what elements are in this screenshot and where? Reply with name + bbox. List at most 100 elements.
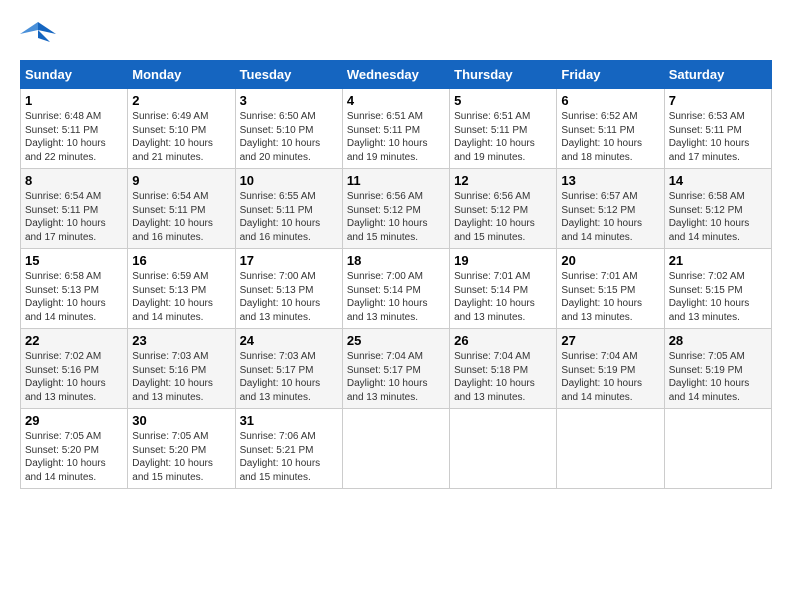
calendar-week-row: 15 Sunrise: 6:58 AM Sunset: 5:13 PM Dayl… bbox=[21, 249, 772, 329]
day-info: Sunrise: 7:00 AM Sunset: 5:14 PM Dayligh… bbox=[347, 270, 445, 324]
calendar-week-row: 22 Sunrise: 7:02 AM Sunset: 5:16 PM Dayl… bbox=[21, 329, 772, 409]
day-cell-30: 30 Sunrise: 7:05 AM Sunset: 5:20 PM Dayl… bbox=[128, 409, 235, 489]
day-number: 19 bbox=[454, 253, 552, 268]
empty-cell bbox=[557, 409, 664, 489]
day-cell-10: 10 Sunrise: 6:55 AM Sunset: 5:11 PM Dayl… bbox=[235, 169, 342, 249]
day-info: Sunrise: 6:51 AM Sunset: 5:11 PM Dayligh… bbox=[454, 110, 552, 164]
day-cell-6: 6 Sunrise: 6:52 AM Sunset: 5:11 PM Dayli… bbox=[557, 89, 664, 169]
day-info: Sunrise: 6:56 AM Sunset: 5:12 PM Dayligh… bbox=[347, 190, 445, 244]
day-cell-2: 2 Sunrise: 6:49 AM Sunset: 5:10 PM Dayli… bbox=[128, 89, 235, 169]
day-cell-13: 13 Sunrise: 6:57 AM Sunset: 5:12 PM Dayl… bbox=[557, 169, 664, 249]
day-info: Sunrise: 7:03 AM Sunset: 5:16 PM Dayligh… bbox=[132, 350, 230, 404]
calendar-table: Sunday Monday Tuesday Wednesday Thursday… bbox=[20, 60, 772, 489]
day-info: Sunrise: 7:05 AM Sunset: 5:20 PM Dayligh… bbox=[25, 430, 123, 484]
day-number: 3 bbox=[240, 93, 338, 108]
day-number: 24 bbox=[240, 333, 338, 348]
day-cell-11: 11 Sunrise: 6:56 AM Sunset: 5:12 PM Dayl… bbox=[342, 169, 449, 249]
day-cell-16: 16 Sunrise: 6:59 AM Sunset: 5:13 PM Dayl… bbox=[128, 249, 235, 329]
day-info: Sunrise: 6:50 AM Sunset: 5:10 PM Dayligh… bbox=[240, 110, 338, 164]
day-cell-24: 24 Sunrise: 7:03 AM Sunset: 5:17 PM Dayl… bbox=[235, 329, 342, 409]
day-cell-26: 26 Sunrise: 7:04 AM Sunset: 5:18 PM Dayl… bbox=[450, 329, 557, 409]
day-cell-5: 5 Sunrise: 6:51 AM Sunset: 5:11 PM Dayli… bbox=[450, 89, 557, 169]
day-number: 1 bbox=[25, 93, 123, 108]
empty-cell bbox=[664, 409, 771, 489]
day-info: Sunrise: 6:49 AM Sunset: 5:10 PM Dayligh… bbox=[132, 110, 230, 164]
day-info: Sunrise: 7:06 AM Sunset: 5:21 PM Dayligh… bbox=[240, 430, 338, 484]
calendar-week-row: 29 Sunrise: 7:05 AM Sunset: 5:20 PM Dayl… bbox=[21, 409, 772, 489]
day-cell-22: 22 Sunrise: 7:02 AM Sunset: 5:16 PM Dayl… bbox=[21, 329, 128, 409]
day-info: Sunrise: 7:02 AM Sunset: 5:15 PM Dayligh… bbox=[669, 270, 767, 324]
day-number: 31 bbox=[240, 413, 338, 428]
day-cell-25: 25 Sunrise: 7:04 AM Sunset: 5:17 PM Dayl… bbox=[342, 329, 449, 409]
day-info: Sunrise: 6:54 AM Sunset: 5:11 PM Dayligh… bbox=[132, 190, 230, 244]
day-number: 4 bbox=[347, 93, 445, 108]
day-cell-19: 19 Sunrise: 7:01 AM Sunset: 5:14 PM Dayl… bbox=[450, 249, 557, 329]
calendar-week-row: 8 Sunrise: 6:54 AM Sunset: 5:11 PM Dayli… bbox=[21, 169, 772, 249]
day-info: Sunrise: 7:03 AM Sunset: 5:17 PM Dayligh… bbox=[240, 350, 338, 404]
weekday-header-row: Sunday Monday Tuesday Wednesday Thursday… bbox=[21, 61, 772, 89]
header-monday: Monday bbox=[128, 61, 235, 89]
day-info: Sunrise: 7:05 AM Sunset: 5:19 PM Dayligh… bbox=[669, 350, 767, 404]
day-cell-28: 28 Sunrise: 7:05 AM Sunset: 5:19 PM Dayl… bbox=[664, 329, 771, 409]
day-number: 11 bbox=[347, 173, 445, 188]
day-cell-15: 15 Sunrise: 6:58 AM Sunset: 5:13 PM Dayl… bbox=[21, 249, 128, 329]
day-number: 6 bbox=[561, 93, 659, 108]
day-cell-9: 9 Sunrise: 6:54 AM Sunset: 5:11 PM Dayli… bbox=[128, 169, 235, 249]
day-number: 27 bbox=[561, 333, 659, 348]
day-number: 8 bbox=[25, 173, 123, 188]
day-info: Sunrise: 7:04 AM Sunset: 5:17 PM Dayligh… bbox=[347, 350, 445, 404]
day-cell-1: 1 Sunrise: 6:48 AM Sunset: 5:11 PM Dayli… bbox=[21, 89, 128, 169]
day-info: Sunrise: 6:53 AM Sunset: 5:11 PM Dayligh… bbox=[669, 110, 767, 164]
day-number: 13 bbox=[561, 173, 659, 188]
header-sunday: Sunday bbox=[21, 61, 128, 89]
day-number: 21 bbox=[669, 253, 767, 268]
header-friday: Friday bbox=[557, 61, 664, 89]
day-info: Sunrise: 7:01 AM Sunset: 5:15 PM Dayligh… bbox=[561, 270, 659, 324]
day-info: Sunrise: 6:59 AM Sunset: 5:13 PM Dayligh… bbox=[132, 270, 230, 324]
day-number: 20 bbox=[561, 253, 659, 268]
day-number: 7 bbox=[669, 93, 767, 108]
day-info: Sunrise: 6:48 AM Sunset: 5:11 PM Dayligh… bbox=[25, 110, 123, 164]
day-number: 29 bbox=[25, 413, 123, 428]
day-number: 9 bbox=[132, 173, 230, 188]
day-cell-18: 18 Sunrise: 7:00 AM Sunset: 5:14 PM Dayl… bbox=[342, 249, 449, 329]
header-wednesday: Wednesday bbox=[342, 61, 449, 89]
logo-bird-icon bbox=[20, 20, 56, 50]
day-cell-4: 4 Sunrise: 6:51 AM Sunset: 5:11 PM Dayli… bbox=[342, 89, 449, 169]
logo bbox=[20, 20, 60, 50]
day-info: Sunrise: 6:57 AM Sunset: 5:12 PM Dayligh… bbox=[561, 190, 659, 244]
day-info: Sunrise: 7:02 AM Sunset: 5:16 PM Dayligh… bbox=[25, 350, 123, 404]
day-number: 26 bbox=[454, 333, 552, 348]
day-info: Sunrise: 7:01 AM Sunset: 5:14 PM Dayligh… bbox=[454, 270, 552, 324]
day-number: 28 bbox=[669, 333, 767, 348]
header-thursday: Thursday bbox=[450, 61, 557, 89]
day-number: 5 bbox=[454, 93, 552, 108]
day-cell-21: 21 Sunrise: 7:02 AM Sunset: 5:15 PM Dayl… bbox=[664, 249, 771, 329]
day-cell-7: 7 Sunrise: 6:53 AM Sunset: 5:11 PM Dayli… bbox=[664, 89, 771, 169]
day-number: 18 bbox=[347, 253, 445, 268]
day-cell-17: 17 Sunrise: 7:00 AM Sunset: 5:13 PM Dayl… bbox=[235, 249, 342, 329]
day-info: Sunrise: 6:56 AM Sunset: 5:12 PM Dayligh… bbox=[454, 190, 552, 244]
day-cell-29: 29 Sunrise: 7:05 AM Sunset: 5:20 PM Dayl… bbox=[21, 409, 128, 489]
day-number: 15 bbox=[25, 253, 123, 268]
day-number: 10 bbox=[240, 173, 338, 188]
day-number: 17 bbox=[240, 253, 338, 268]
header bbox=[20, 20, 772, 50]
day-cell-8: 8 Sunrise: 6:54 AM Sunset: 5:11 PM Dayli… bbox=[21, 169, 128, 249]
day-cell-14: 14 Sunrise: 6:58 AM Sunset: 5:12 PM Dayl… bbox=[664, 169, 771, 249]
day-number: 25 bbox=[347, 333, 445, 348]
day-info: Sunrise: 6:54 AM Sunset: 5:11 PM Dayligh… bbox=[25, 190, 123, 244]
day-cell-31: 31 Sunrise: 7:06 AM Sunset: 5:21 PM Dayl… bbox=[235, 409, 342, 489]
day-info: Sunrise: 7:00 AM Sunset: 5:13 PM Dayligh… bbox=[240, 270, 338, 324]
day-number: 30 bbox=[132, 413, 230, 428]
day-info: Sunrise: 6:51 AM Sunset: 5:11 PM Dayligh… bbox=[347, 110, 445, 164]
day-info: Sunrise: 7:04 AM Sunset: 5:18 PM Dayligh… bbox=[454, 350, 552, 404]
day-info: Sunrise: 6:58 AM Sunset: 5:13 PM Dayligh… bbox=[25, 270, 123, 324]
day-info: Sunrise: 6:58 AM Sunset: 5:12 PM Dayligh… bbox=[669, 190, 767, 244]
day-info: Sunrise: 6:52 AM Sunset: 5:11 PM Dayligh… bbox=[561, 110, 659, 164]
empty-cell bbox=[450, 409, 557, 489]
day-number: 22 bbox=[25, 333, 123, 348]
day-info: Sunrise: 7:05 AM Sunset: 5:20 PM Dayligh… bbox=[132, 430, 230, 484]
day-info: Sunrise: 7:04 AM Sunset: 5:19 PM Dayligh… bbox=[561, 350, 659, 404]
header-saturday: Saturday bbox=[664, 61, 771, 89]
